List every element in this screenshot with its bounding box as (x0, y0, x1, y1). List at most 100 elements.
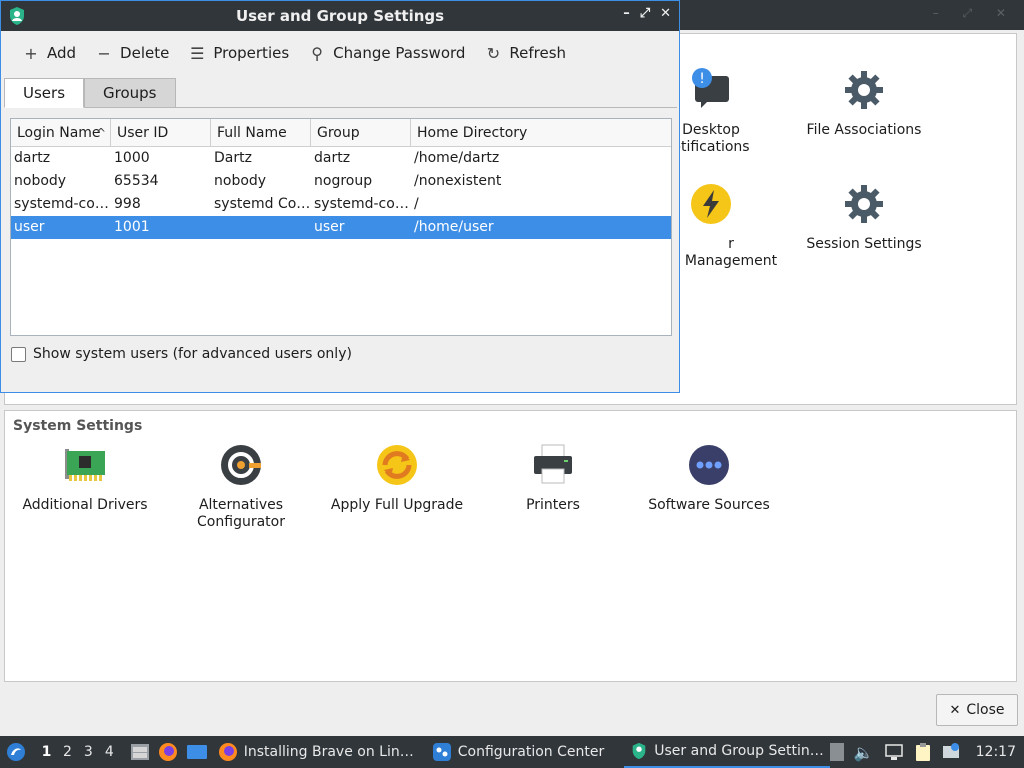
workspace-3[interactable]: 3 (78, 744, 99, 760)
cell-user-id: 65534 (114, 173, 159, 189)
table-row[interactable]: systemd-co… 998 systemd Co… systemd-co… … (11, 193, 671, 216)
user-group-icon (632, 742, 646, 760)
notification-bubble-icon: ! (692, 68, 729, 108)
task-label: User and Group Settin… (654, 743, 824, 759)
cell-group: dartz (314, 150, 351, 166)
cell-full-name: Dartz (214, 150, 252, 166)
apply-full-upgrade-label: Apply Full Upgrade (330, 497, 464, 513)
power-management-label: r Management (684, 236, 778, 269)
start-menu-button[interactable] (0, 736, 30, 768)
refresh-icon: ↻ (486, 43, 501, 63)
close-button-label: Close (966, 702, 1005, 718)
table-row-selected[interactable]: user 1001 user /home/user (11, 216, 671, 239)
file-manager-launcher[interactable] (126, 736, 154, 768)
table-header: Login Name ^ User ID Full Name Group Hom… (11, 119, 671, 147)
show-system-users-checkbox[interactable] (11, 346, 26, 362)
alternatives-label-1: Alternatives (198, 497, 284, 513)
cell-home-directory: / (414, 196, 419, 212)
dialog-tabs: Users Groups (4, 78, 176, 108)
cell-home-directory: /home/dartz (414, 150, 500, 166)
delete-button-label: Delete (120, 44, 170, 62)
show-system-users-label: Show system users (for advanced users on… (33, 346, 352, 362)
file-cabinet-icon (130, 744, 149, 760)
refresh-button[interactable]: ↻ Refresh (475, 38, 576, 68)
show-desktop-button[interactable] (182, 736, 212, 768)
column-header-home-directory[interactable]: Home Directory (411, 119, 671, 147)
task-label: Installing Brave on Lin… (243, 744, 414, 760)
cell-user-id: 998 (114, 196, 141, 212)
task-firefox[interactable]: Installing Brave on Lin… (212, 736, 420, 768)
user-group-settings-dialog: User and Group Settings – ⤢ ✕ + Add − De… (0, 0, 680, 393)
dialog-toolbar: + Add − Delete ☰ Properties ⚲ Change Pas… (1, 31, 679, 75)
tab-groups[interactable]: Groups (84, 78, 176, 108)
alternatives-label-2: Configurator (197, 514, 285, 530)
apply-full-upgrade-item[interactable]: Apply Full Upgrade (327, 443, 467, 514)
sort-ascending-icon: ^ (95, 126, 106, 140)
list-icon: ☰ (190, 43, 205, 63)
update-notifier-icon[interactable] (942, 743, 960, 761)
additional-drivers-item[interactable]: Additional Drivers (15, 443, 155, 514)
cell-login-name: user (14, 219, 45, 235)
task-user-group-settings[interactable]: User and Group Settin… (624, 736, 830, 768)
column-header-group[interactable]: Group (311, 119, 411, 147)
dialog-titlebar[interactable]: User and Group Settings – ⤢ ✕ (1, 1, 679, 31)
system-settings-title: System Settings (13, 418, 143, 434)
change-password-button-label: Change Password (333, 44, 466, 62)
clipboard-icon[interactable] (914, 742, 932, 762)
gear-icon (845, 185, 883, 223)
minimize-icon[interactable]: – (623, 6, 630, 21)
software-sources-item[interactable]: Software Sources (639, 443, 779, 514)
workspace-1[interactable]: 1 (36, 744, 57, 760)
tab-users[interactable]: Users (4, 78, 85, 108)
system-settings-panel: System Settings Additional Drivers Alter… (4, 410, 1017, 682)
cell-full-name: nobody (214, 173, 267, 189)
task-configuration-center[interactable]: Configuration Center (426, 736, 611, 768)
delete-button[interactable]: − Delete (86, 38, 179, 68)
clock[interactable]: 12:17 (976, 744, 1016, 760)
printers-item[interactable]: Printers (483, 443, 623, 514)
firefox-launcher[interactable] (154, 736, 182, 768)
cell-full-name: systemd Co… (214, 196, 311, 212)
scroll-indicator-icon[interactable] (829, 743, 844, 761)
table-row[interactable]: dartz 1000 Dartz dartz /home/dartz (11, 147, 671, 170)
alternatives-icon (221, 445, 261, 485)
desktop-icon (186, 745, 207, 759)
volume-icon[interactable]: 🔈 (854, 743, 874, 762)
add-button[interactable]: + Add (13, 38, 86, 68)
desktop-notifications-label: Desktop (682, 122, 740, 138)
close-icon: ✕ (949, 702, 961, 718)
close-window-icon[interactable]: ✕ (660, 6, 671, 21)
alternatives-configurator-item[interactable]: Alternatives Configurator (171, 443, 311, 531)
change-password-button[interactable]: ⚲ Change Password (299, 38, 475, 68)
cell-login-name: systemd-co… (14, 196, 109, 212)
workspace-2[interactable]: 2 (57, 744, 78, 760)
file-associations-item[interactable]: File Associations (794, 68, 934, 139)
column-header-full-name[interactable]: Full Name (211, 119, 311, 147)
network-icon[interactable] (884, 743, 904, 761)
close-button[interactable]: ✕ Close (936, 694, 1018, 726)
column-header-label: Login Name (17, 125, 101, 141)
column-header-user-id[interactable]: User ID (111, 119, 211, 147)
software-sources-label: Software Sources (648, 497, 770, 513)
properties-button-label: Properties (213, 44, 290, 62)
user-group-app-icon (10, 7, 24, 25)
cell-home-directory: /home/user (414, 219, 494, 235)
maximize-icon[interactable]: ⤢ (640, 6, 650, 21)
tab-divider (4, 107, 677, 108)
show-system-users-option[interactable]: Show system users (for advanced users on… (11, 346, 352, 362)
cell-login-name: nobody (14, 173, 67, 189)
system-tray: 🔈 12:17 (829, 742, 1024, 762)
firefox-icon (158, 743, 177, 761)
table-row[interactable]: nobody 65534 nobody nogroup /nonexistent (11, 170, 671, 193)
cell-home-directory: /nonexistent (414, 173, 502, 189)
properties-button[interactable]: ☰ Properties (179, 38, 299, 68)
minus-icon: − (97, 43, 111, 63)
cell-user-id: 1001 (114, 219, 150, 235)
printers-label: Printers (526, 497, 580, 513)
config-center-icon (432, 743, 451, 761)
workspace-4[interactable]: 4 (99, 744, 120, 760)
column-header-login-name[interactable]: Login Name ^ (11, 119, 111, 147)
cell-group: user (314, 219, 345, 235)
printer-icon (534, 444, 572, 484)
session-settings-item[interactable]: Session Settings (794, 182, 934, 253)
